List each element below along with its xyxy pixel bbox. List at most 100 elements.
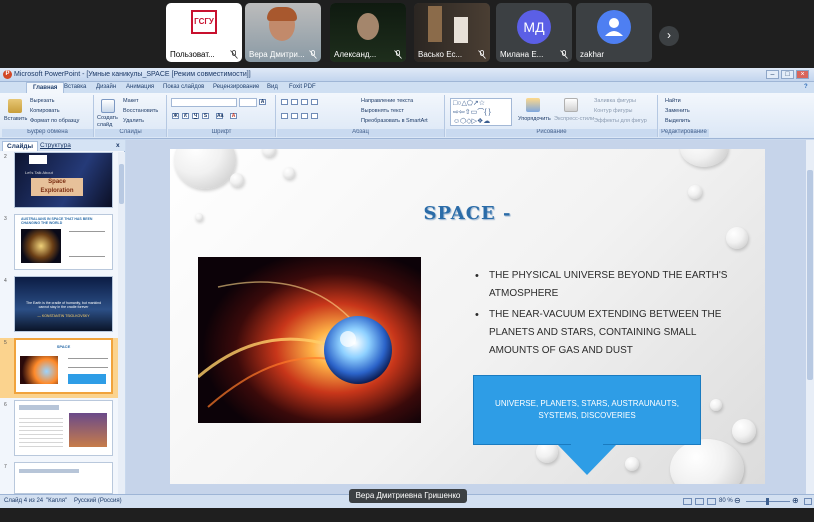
- close-button[interactable]: ×: [796, 70, 809, 79]
- thumbnail-picture: [20, 356, 58, 384]
- office-button[interactable]: P: [3, 70, 12, 79]
- group-clipboard: Вставить Вырезать Копировать Формат по о…: [2, 95, 94, 137]
- char-spacing-button[interactable]: Aa: [216, 113, 223, 119]
- copy-button[interactable]: Копировать: [30, 108, 60, 114]
- slide-thumbnail[interactable]: 3 AUSTRALIANS IN SPACE THAT HAS BEEN CHA…: [0, 214, 118, 274]
- slide-thumbnail-selected[interactable]: 5 SPACE: [0, 338, 118, 398]
- mic-muted-icon: [478, 50, 486, 59]
- mic-muted-icon: [560, 50, 568, 59]
- scrollbar-thumb[interactable]: [119, 164, 124, 204]
- vertical-scrollbar[interactable]: [806, 140, 814, 494]
- tab-review[interactable]: Рецензирование: [213, 84, 259, 90]
- shape-fill-button[interactable]: Заливка фигуры: [594, 98, 636, 104]
- shape-outline-button[interactable]: Контур фигуры: [594, 108, 632, 114]
- numbering-icon[interactable]: [291, 99, 298, 105]
- align-center-icon[interactable]: [291, 113, 298, 119]
- increase-indent-icon[interactable]: [311, 99, 318, 105]
- thumbnail-subtitle: — KONSTANTIN TSIOLKOVSKY: [37, 314, 90, 318]
- tab-foxit-pdf[interactable]: Foxit PDF: [289, 84, 316, 90]
- slide-thumbnail[interactable]: 4 The Earth is the cradle of humanity, b…: [0, 276, 118, 336]
- person-hair: [267, 7, 297, 21]
- zoom-slider[interactable]: [746, 498, 790, 505]
- close-panel-icon[interactable]: x: [112, 141, 124, 151]
- underline-button[interactable]: Ч: [192, 113, 199, 119]
- mic-muted-icon: [394, 50, 402, 59]
- water-drop: [283, 167, 295, 179]
- align-left-icon[interactable]: [281, 113, 288, 119]
- grow-font-icon[interactable]: A: [259, 99, 266, 105]
- delete-slide-button[interactable]: Удалить: [123, 118, 144, 124]
- format-painter-button[interactable]: Формат по образцу: [30, 118, 79, 124]
- next-participants-button[interactable]: ›: [659, 26, 679, 46]
- convert-smartart-button[interactable]: Преобразовать в SmartArt: [361, 118, 428, 124]
- slide-canvas: SPACE - • THE PHYSICAL UNIVERSE BEYOND T…: [126, 140, 806, 494]
- find-button[interactable]: Найти: [665, 98, 681, 104]
- slide-thumbnail[interactable]: 7: [0, 462, 118, 522]
- help-icon[interactable]: ?: [804, 84, 808, 90]
- thumbnail-title: The Earth is the cradle of humanity, but…: [25, 301, 102, 309]
- tab-home[interactable]: Главная: [26, 82, 65, 93]
- slideshow-view-icon[interactable]: [707, 498, 716, 505]
- paste-button[interactable]: Вставить: [4, 116, 27, 122]
- tab-design[interactable]: Дизайн: [96, 84, 116, 90]
- tab-outline[interactable]: Структура: [36, 141, 75, 151]
- fit-to-window-icon[interactable]: [804, 498, 812, 505]
- layout-button[interactable]: Макет: [123, 98, 139, 104]
- bullets-icon[interactable]: [281, 99, 288, 105]
- italic-button[interactable]: К: [182, 113, 189, 119]
- participant-tile-6[interactable]: zakhar: [576, 3, 652, 62]
- bold-button[interactable]: Ж: [172, 113, 179, 119]
- tab-slides[interactable]: Слайды: [2, 141, 39, 151]
- decrease-indent-icon[interactable]: [301, 99, 308, 105]
- arrange-button[interactable]: Упорядочить: [518, 116, 551, 122]
- zoom-level[interactable]: 80 %: [719, 498, 733, 504]
- align-right-icon[interactable]: [301, 113, 308, 119]
- participant-tile-5[interactable]: МД Милана Е...: [496, 3, 572, 62]
- participant-tile-3[interactable]: Александ...: [330, 3, 406, 62]
- shape-effects-button[interactable]: Эффекты для фигур: [594, 118, 647, 124]
- participant-tile-4[interactable]: Васько Ес...: [414, 3, 490, 62]
- down-arrow-icon: [558, 445, 616, 475]
- replace-button[interactable]: Заменить: [665, 108, 690, 114]
- bullet-list[interactable]: The physical universe beyond the Earth's…: [473, 267, 738, 363]
- zoom-in-icon[interactable]: ⊕: [792, 496, 799, 505]
- tab-view[interactable]: Вид: [267, 84, 278, 90]
- slide-thumbnail[interactable]: 6: [0, 400, 118, 460]
- align-text-button[interactable]: Выровнять текст: [361, 108, 404, 114]
- font-color-button[interactable]: A: [230, 113, 237, 119]
- maximize-button[interactable]: □: [781, 70, 794, 79]
- slide-number: 2: [4, 154, 7, 160]
- font-family-select[interactable]: [171, 98, 237, 107]
- strikethrough-button[interactable]: S: [202, 113, 209, 119]
- slide-sorter-icon[interactable]: [695, 498, 704, 505]
- slide-number: 3: [4, 216, 7, 222]
- justify-icon[interactable]: [311, 113, 318, 119]
- slide-thumbnail[interactable]: 2 Let's Talk About Space Exploration: [0, 152, 118, 212]
- thumbnail-picture: [69, 413, 107, 447]
- tab-animation[interactable]: Анимация: [126, 84, 154, 90]
- shapes-gallery[interactable]: □○△⬠↗☆ ⇨⇦⇧▭⌒{ } ☺⬡◇▷❖☁: [450, 98, 512, 126]
- space-picture[interactable]: [198, 257, 421, 423]
- slide-title[interactable]: SPACE -: [170, 203, 765, 224]
- quick-styles-button[interactable]: Экспресс-стили: [554, 116, 594, 122]
- tab-insert[interactable]: Вставка: [64, 84, 86, 90]
- minimize-button[interactable]: –: [766, 70, 779, 79]
- participant-tile-2[interactable]: Вера Дмитри...: [245, 3, 321, 62]
- participant-tile-1[interactable]: ГСГУ Пользоват...: [166, 3, 242, 62]
- tab-slideshow[interactable]: Показ слайдов: [163, 84, 204, 90]
- zoom-slider-handle[interactable]: [766, 498, 769, 505]
- panel-scrollbar[interactable]: [118, 152, 125, 494]
- cut-button[interactable]: Вырезать: [30, 98, 54, 104]
- slide[interactable]: SPACE - • THE PHYSICAL UNIVERSE BEYOND T…: [170, 149, 765, 484]
- font-size-select[interactable]: [239, 98, 257, 107]
- select-button[interactable]: Выделить: [665, 118, 690, 124]
- thumbnail-title: [19, 469, 79, 473]
- reset-button[interactable]: Восстановить: [123, 108, 158, 114]
- text-direction-button[interactable]: Направление текста: [361, 98, 413, 104]
- scrollbar-thumb[interactable]: [807, 170, 813, 380]
- thumbnail-picture: [21, 229, 61, 263]
- new-slide-button[interactable]: Создать слайд: [97, 115, 121, 129]
- zoom-out-icon[interactable]: ⊖: [734, 496, 741, 505]
- university-logo: ГСГУ: [191, 10, 217, 34]
- normal-view-icon[interactable]: [683, 498, 692, 505]
